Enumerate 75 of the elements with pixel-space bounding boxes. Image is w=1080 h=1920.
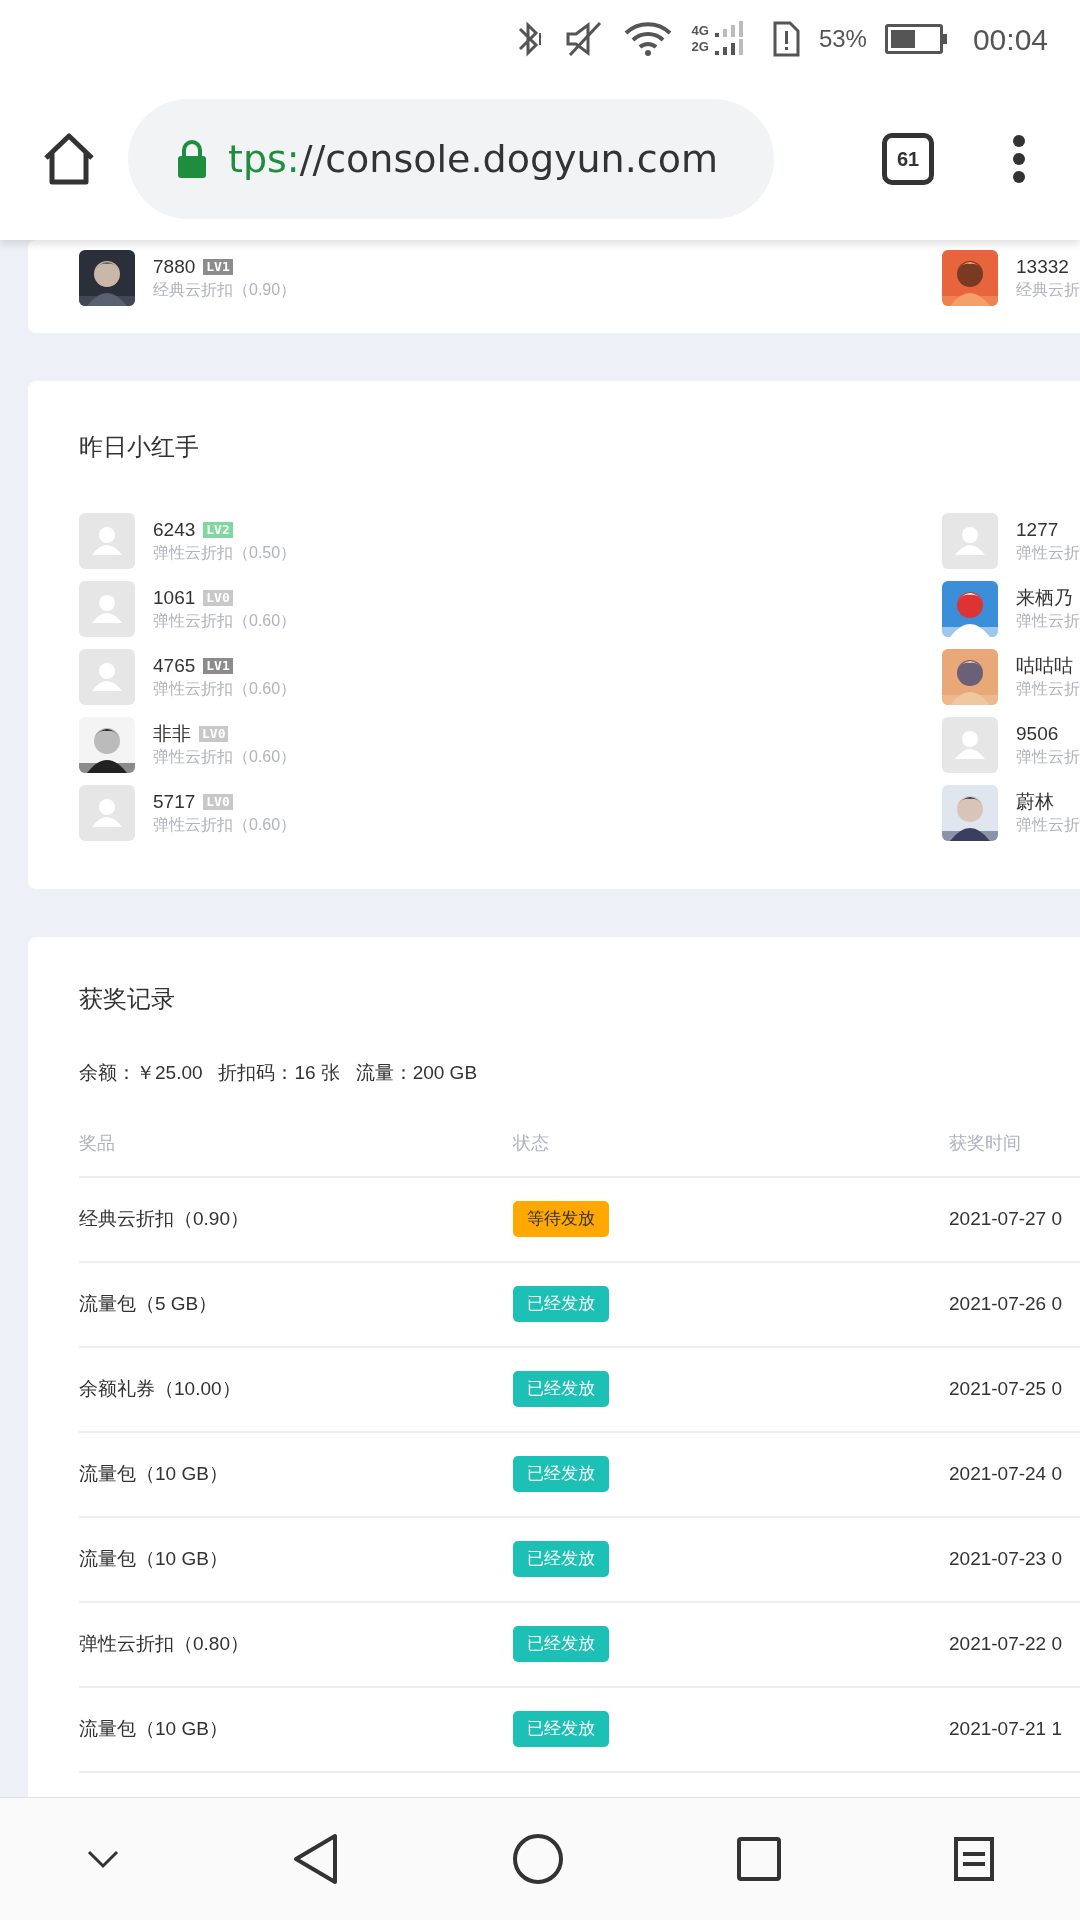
column-header: 奖品 xyxy=(79,1131,116,1155)
table-cell: 2021-07-27 0 xyxy=(949,1207,1063,1229)
collapse-chevron-icon[interactable] xyxy=(86,1849,121,1869)
table-cell: 2021-07-21 1 xyxy=(949,1717,1063,1739)
user-name: 7880 xyxy=(153,255,196,279)
table-cell: 流量包（10 GB） xyxy=(79,1717,228,1739)
user-name: 来栖乃 xyxy=(1016,586,1073,610)
default-avatar-icon xyxy=(79,649,135,705)
clock: 00:04 xyxy=(972,21,1048,58)
status-badge: 已经发放 xyxy=(513,1711,609,1747)
discount-text: 弹性云折扣（0.60） xyxy=(153,679,297,699)
table-cell: 2021-07-26 0 xyxy=(949,1292,1063,1314)
network-label: 2G xyxy=(691,39,709,55)
more-menu-icon[interactable] xyxy=(1012,134,1026,184)
default-avatar-icon xyxy=(942,717,998,773)
discount-text: 弹性云折 xyxy=(1016,611,1080,631)
status-badge: 已经发放 xyxy=(513,1541,609,1577)
user-name: 13332 xyxy=(1016,255,1069,279)
discount-text: 弹性云折扣（0.60） xyxy=(153,815,297,835)
default-avatar-icon xyxy=(942,513,998,569)
level-badge: LV1 xyxy=(203,658,233,674)
level-badge: LV2 xyxy=(203,522,233,538)
network-label: 4G xyxy=(691,23,709,39)
back-icon[interactable] xyxy=(293,1833,340,1885)
home-circle-icon[interactable] xyxy=(512,1833,564,1885)
status-badge: 已经发放 xyxy=(513,1371,609,1407)
table-cell: 2021-07-24 0 xyxy=(949,1462,1063,1484)
discount-text: 经典云折 xyxy=(1016,280,1080,300)
column-header: 获奖时间 xyxy=(949,1131,1022,1155)
table-cell: 流量包（10 GB） xyxy=(79,1547,228,1569)
url-text: tps://console.dogyun.com xyxy=(228,135,718,183)
discount-text: 弹性云折 xyxy=(1016,543,1080,563)
discount-text: 弹性云折 xyxy=(1016,679,1080,699)
user-name: 非非 xyxy=(153,722,191,746)
discount-text: 经典云折扣（0.90） xyxy=(153,280,297,300)
user-name: 咕咕咕 xyxy=(1016,654,1073,678)
level-badge: LV1 xyxy=(203,259,233,275)
default-avatar-icon xyxy=(79,513,135,569)
discount-text: 弹性云折扣（0.50） xyxy=(153,543,297,563)
table-cell: 2021-07-22 0 xyxy=(949,1632,1063,1654)
default-avatar-icon xyxy=(79,785,135,841)
user-name: 6243 xyxy=(153,518,196,542)
user-name: 1277 xyxy=(1016,518,1059,542)
status-badge: 已经发放 xyxy=(513,1286,609,1322)
section-title: 昨日小红手 xyxy=(79,432,200,462)
user-name: 1061 xyxy=(153,586,196,610)
notification-panel-icon[interactable] xyxy=(953,1837,994,1881)
column-header: 状态 xyxy=(513,1131,550,1155)
table-cell: 余额礼券（10.00） xyxy=(79,1377,241,1399)
battery-percent: 53% xyxy=(818,24,867,54)
address-bar[interactable]: tps://console.dogyun.com xyxy=(128,99,774,219)
user-name: 9506 xyxy=(1016,722,1059,746)
table-cell: 2021-07-23 0 xyxy=(949,1547,1063,1569)
summary-text: 余额：￥25.00 折扣码：16 张 流量：200 GB xyxy=(79,1061,479,1085)
battery-icon xyxy=(884,24,947,54)
status-badge: 已经发放 xyxy=(513,1456,609,1492)
discount-text: 弹性云折扣（0.60） xyxy=(153,611,297,631)
status-badge: 已经发放 xyxy=(513,1626,609,1662)
discount-text: 弹性云折 xyxy=(1016,747,1080,767)
lock-icon xyxy=(176,138,208,180)
status-badge: 等待发放 xyxy=(513,1201,609,1237)
tab-count-button[interactable]: 61 xyxy=(882,133,934,185)
user-name: 蔚林 xyxy=(1016,790,1054,814)
recents-square-icon[interactable] xyxy=(736,1837,781,1881)
table-cell: 流量包（5 GB） xyxy=(79,1292,218,1314)
table-cell: 2021-07-25 0 xyxy=(949,1377,1063,1399)
table-cell: 弹性云折扣（0.80） xyxy=(79,1632,249,1654)
table-cell: 流量包（10 GB） xyxy=(79,1462,228,1484)
table-cell: 经典云折扣（0.90） xyxy=(79,1207,249,1229)
section-title: 获奖记录 xyxy=(79,984,176,1014)
user-name: 4765 xyxy=(153,654,196,678)
discount-text: 弹性云折扣（0.60） xyxy=(153,747,297,767)
discount-text: 弹性云折 xyxy=(1016,815,1080,835)
user-name: 5717 xyxy=(153,790,196,814)
default-avatar-icon xyxy=(79,581,135,637)
